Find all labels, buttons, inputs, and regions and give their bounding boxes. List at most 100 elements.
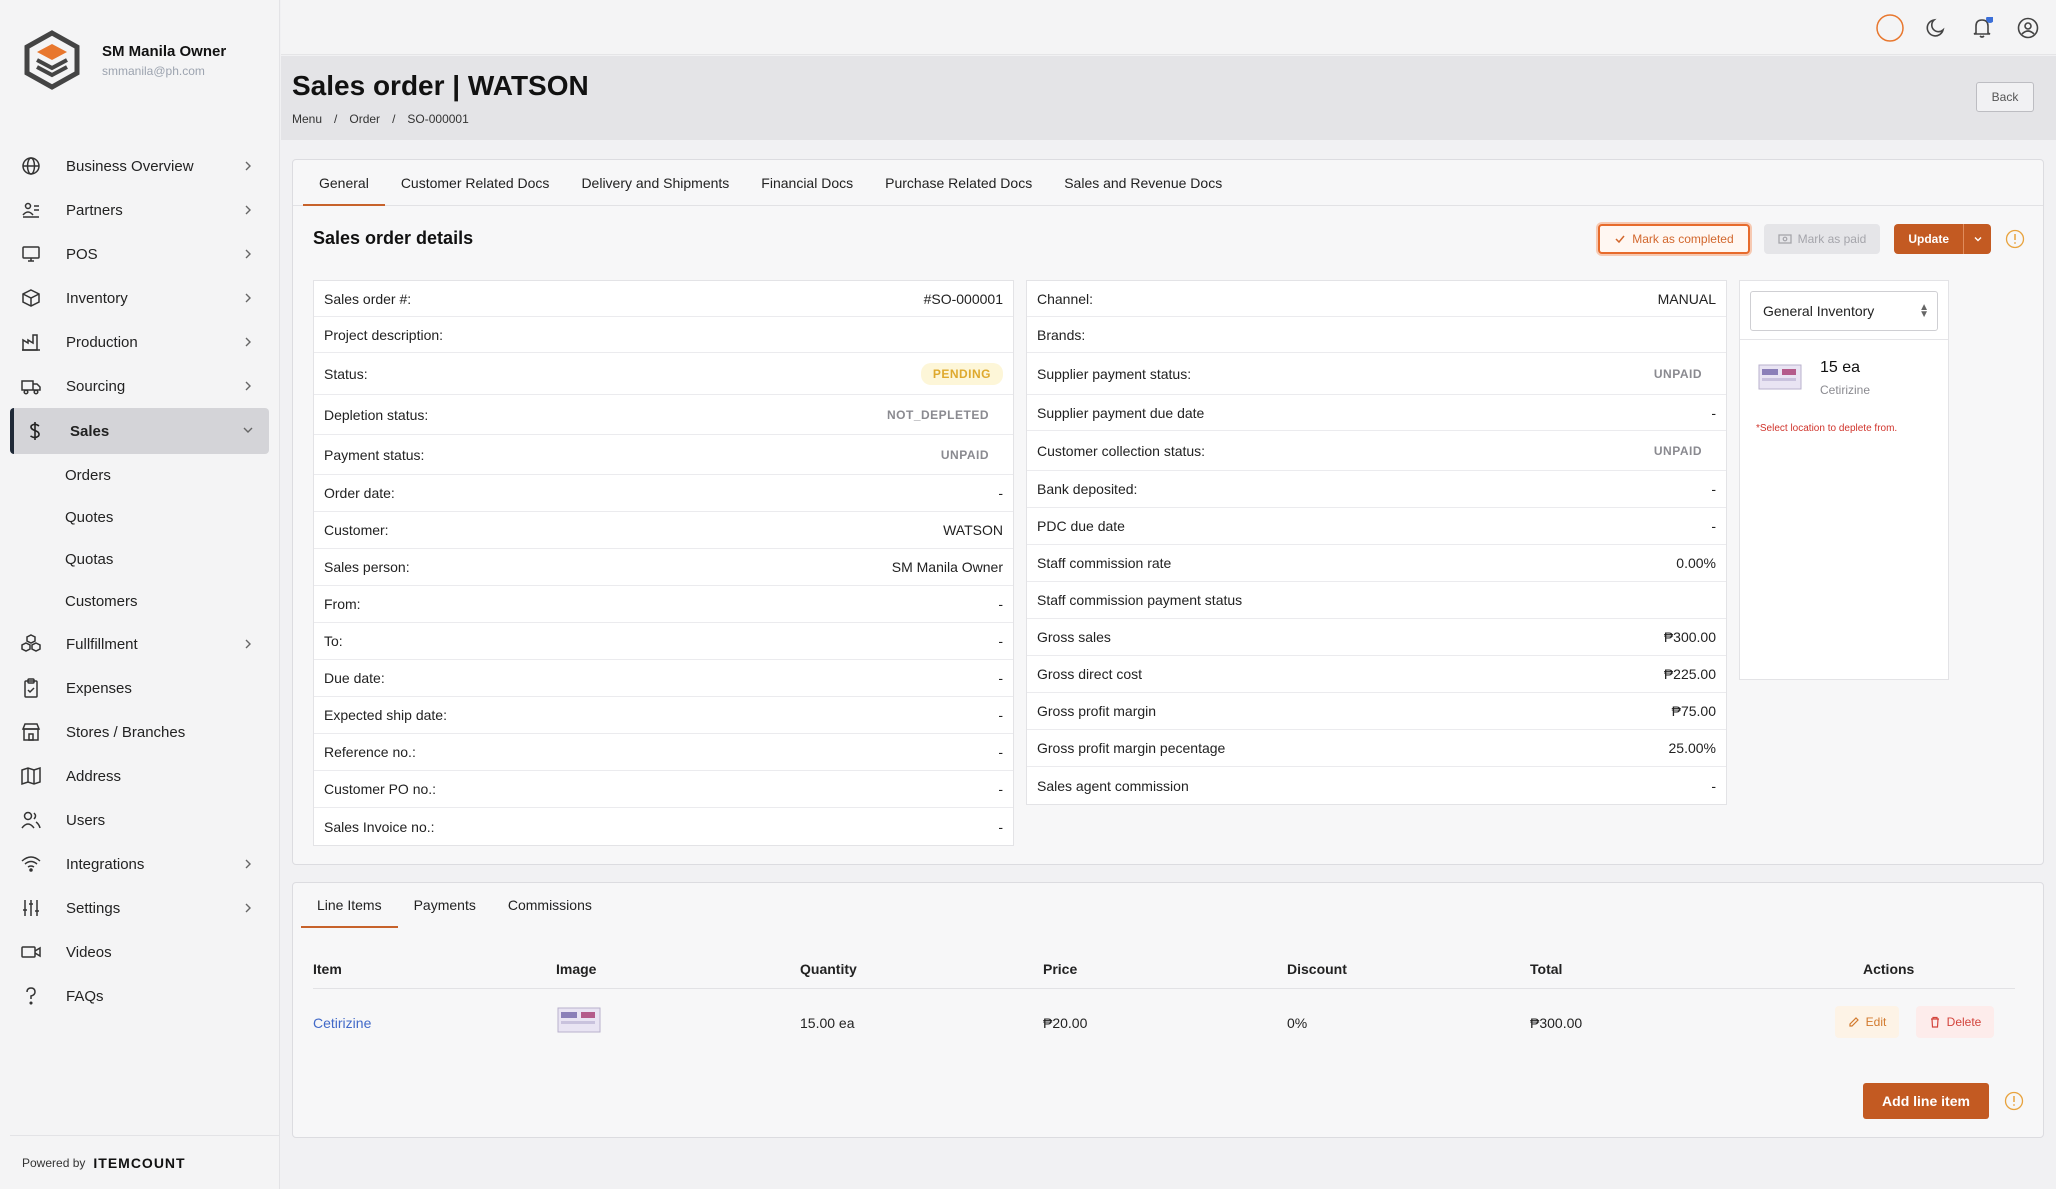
location-select[interactable]: General Inventory ▲ ▼ — [1750, 291, 1938, 331]
map-icon — [20, 765, 42, 787]
detail-row: Sales person: SM Manila Owner — [314, 549, 1013, 586]
sidebar-item-settings[interactable]: Settings — [10, 886, 269, 930]
tab-payments[interactable]: Payments — [398, 883, 492, 927]
detail-value: - — [998, 633, 1003, 649]
sidebar-item-address[interactable]: Address — [10, 754, 269, 798]
sidebar-item-expenses[interactable]: Expenses — [10, 666, 269, 710]
tab-commissions[interactable]: Commissions — [492, 883, 608, 927]
detail-label: From: — [324, 596, 361, 612]
delete-button[interactable]: Delete — [1916, 1006, 1994, 1038]
breadcrumb-separator: / — [392, 112, 396, 126]
tab-financial-docs[interactable]: Financial Docs — [745, 160, 869, 205]
line-items-card: Line Items Payments Commissions — [292, 882, 2044, 1138]
sidebar-item-pos[interactable]: POS — [10, 232, 269, 276]
detail-row: Supplier payment due date - — [1027, 395, 1726, 431]
status-circle-icon[interactable] — [1876, 14, 1904, 42]
sidebar-item-users[interactable]: Users — [10, 798, 269, 842]
topbar — [281, 0, 2056, 55]
detail-label: Order date: — [324, 485, 395, 501]
detail-row: Gross direct cost ₱225.00 — [1027, 656, 1726, 693]
inventory-item-name: Cetirizine — [1820, 383, 1871, 397]
sidebar-item-production[interactable]: Production — [10, 320, 269, 364]
sidebar-item-label: Business Overview — [66, 157, 194, 175]
edit-button[interactable]: Edit — [1835, 1006, 1899, 1038]
sidebar-item-label: POS — [66, 245, 98, 263]
detail-row: Customer: WATSON — [314, 512, 1013, 549]
detail-value: - — [1711, 404, 1716, 421]
tab-sales-and-revenue-docs[interactable]: Sales and Revenue Docs — [1048, 160, 1238, 205]
mark-paid-button[interactable]: Mark as paid — [1763, 224, 1881, 254]
info-icon[interactable] — [2004, 1091, 2024, 1111]
sidebar-subitem-customers[interactable]: Customers — [10, 580, 269, 622]
product-thumbnail — [1758, 364, 1802, 390]
detail-label: Gross sales — [1037, 629, 1111, 645]
sidebar-item-label: Expenses — [66, 679, 132, 697]
detail-row: From: - — [314, 586, 1013, 623]
sidebar-item-stores-branches[interactable]: Stores / Branches — [10, 710, 269, 754]
detail-label: Brands: — [1037, 326, 1086, 343]
add-line-item-button[interactable]: Add line item — [1863, 1083, 1989, 1119]
brand-header: SM Manila Owner smmanila@ph.com — [0, 0, 279, 120]
update-dropdown-button[interactable] — [1963, 224, 1991, 254]
col-header-discount: Discount — [1287, 961, 1347, 977]
sliders-icon — [20, 897, 42, 919]
detail-value: - — [998, 485, 1003, 501]
detail-value: WATSON — [943, 522, 1003, 538]
line-item-discount: 0% — [1287, 1015, 1308, 1031]
sidebar-subitem-quotas[interactable]: Quotas — [10, 538, 269, 580]
sidebar-item-business-overview[interactable]: Business Overview — [10, 144, 269, 188]
sidebar-subitem-orders[interactable]: Orders — [10, 454, 269, 496]
sidebar-item-inventory[interactable]: Inventory — [10, 276, 269, 320]
itemcount-logo — [24, 30, 80, 90]
sidebar-item-videos[interactable]: Videos — [10, 930, 269, 974]
user-avatar-icon[interactable] — [2014, 14, 2042, 42]
detail-label: Customer: — [324, 522, 389, 538]
payment-badge: UNPAID — [940, 447, 989, 462]
breadcrumb-menu[interactable]: Menu — [292, 112, 322, 126]
detail-value: - — [998, 670, 1003, 686]
line-item-link[interactable]: Cetirizine — [313, 1015, 371, 1031]
question-icon — [20, 985, 42, 1007]
sidebar-item-label: Fullfillment — [66, 635, 138, 653]
detail-value: 25.00% — [1668, 740, 1716, 756]
sidebar-item-faqs[interactable]: FAQs — [10, 974, 269, 1018]
wifi-icon — [20, 853, 42, 875]
detail-label: Staff commission rate — [1037, 555, 1172, 571]
detail-value: - — [998, 596, 1003, 612]
detail-label: Sales person: — [324, 559, 410, 575]
chevron-right-icon — [245, 337, 251, 347]
detail-row: Supplier payment status: UNPAID — [1027, 353, 1726, 395]
back-button[interactable]: Back — [1976, 82, 2034, 112]
sidebar-subitem-quotes[interactable]: Quotes — [10, 496, 269, 538]
detail-value: - — [998, 818, 1003, 835]
sidebar-item-sales[interactable]: Sales — [10, 408, 269, 454]
page-title: Sales order | WATSON — [292, 70, 589, 101]
tab-customer-related-docs[interactable]: Customer Related Docs — [385, 160, 566, 205]
sidebar-item-fullfillment[interactable]: Fullfillment — [10, 622, 269, 666]
chevron-down-icon — [1974, 237, 1981, 242]
info-icon[interactable] — [2005, 229, 2025, 249]
breadcrumb-order[interactable]: Order — [349, 112, 380, 126]
detail-row: Payment status: UNPAID — [314, 435, 1013, 475]
tab-delivery-and-shipments[interactable]: Delivery and Shipments — [565, 160, 745, 205]
bell-icon[interactable] — [1968, 14, 1996, 42]
tab-general[interactable]: General — [303, 160, 385, 206]
detail-label: Due date: — [324, 670, 385, 686]
tab-line-items[interactable]: Line Items — [301, 883, 398, 928]
chevron-right-icon — [245, 293, 251, 303]
detail-row: Sales agent commission - — [1027, 767, 1726, 804]
chevron-right-icon — [245, 249, 251, 259]
boxes-icon — [20, 633, 42, 655]
detail-label: Staff commission payment status — [1037, 592, 1243, 608]
sidebar-item-integrations[interactable]: Integrations — [10, 842, 269, 886]
store-icon — [20, 721, 42, 743]
moon-icon[interactable] — [1922, 14, 1950, 42]
sidebar-item-partners[interactable]: Partners — [10, 188, 269, 232]
detail-label: Expected ship date: — [324, 707, 447, 723]
mark-completed-button[interactable]: Mark as completed — [1598, 224, 1750, 254]
detail-row: To: - — [314, 623, 1013, 660]
detail-row: Gross profit margin pecentage 25.00% — [1027, 730, 1726, 767]
update-button[interactable]: Update — [1894, 224, 1963, 254]
sidebar-item-sourcing[interactable]: Sourcing — [10, 364, 269, 408]
tab-purchase-related-docs[interactable]: Purchase Related Docs — [869, 160, 1048, 205]
